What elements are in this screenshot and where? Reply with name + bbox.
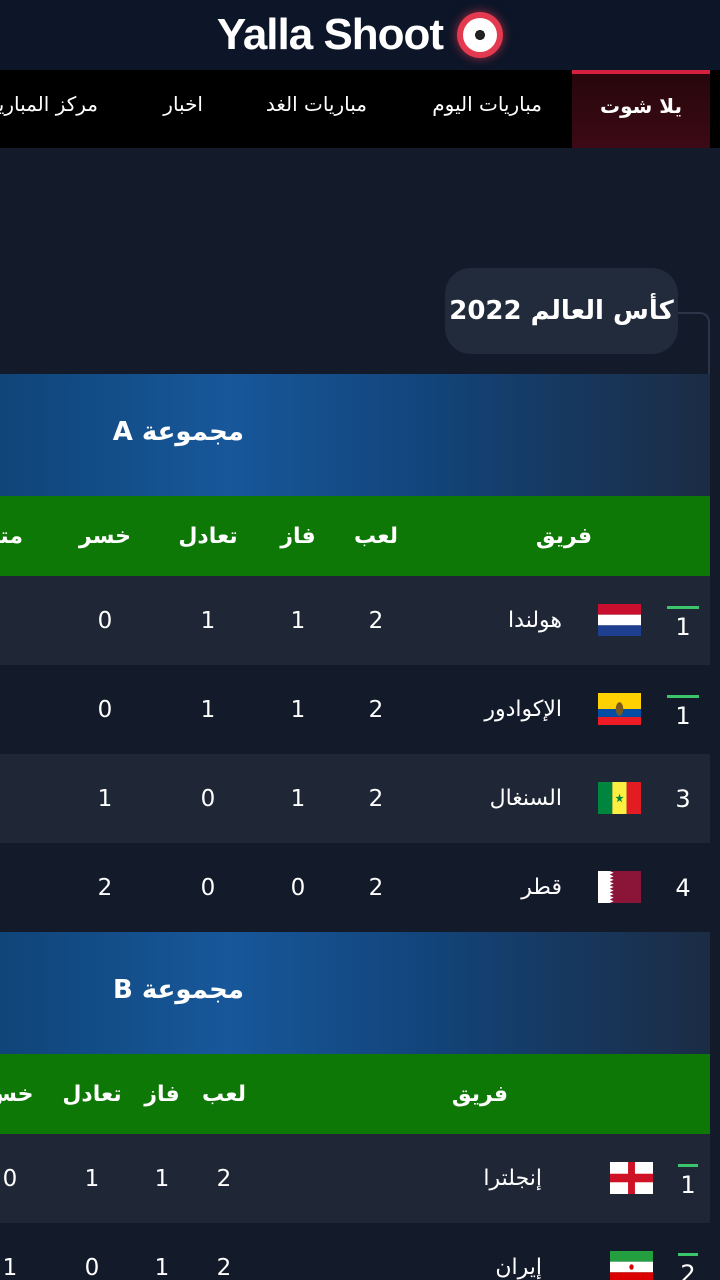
lost-value: 0 [2,1165,18,1192]
senegal-flag-icon [598,782,641,814]
team-name[interactable]: هولندا [508,576,562,665]
won-value: 1 [154,1254,170,1280]
drawn-value: 1 [200,696,216,723]
won-value: 1 [154,1165,170,1192]
team-name[interactable]: إنجلترا [483,1134,542,1223]
col-lost: خس [0,1081,34,1107]
col-drawn: تعادل [62,1081,122,1107]
competition-title[interactable]: كأس العالم 2022 [445,268,678,354]
team-rank: 1 [680,1170,696,1199]
col-played: لعب [202,1081,246,1107]
drawn-value: 0 [200,785,216,812]
nav-tab-news[interactable]: اخبار [163,70,203,148]
table-row[interactable]: 4 قطر 2 0 0 2 [0,843,710,932]
group-title: مجموعة B [113,975,244,1005]
team-rank: 1 [675,612,691,641]
table-header: فريق لعب فاز تعادل خس [0,1054,710,1134]
team-name[interactable]: السنغال [490,754,562,843]
col-played: لعب [354,523,398,549]
table-row[interactable]: 2 إيران 2 1 0 1 [0,1223,710,1280]
team-rank: 4 [675,873,691,902]
drawn-value: 0 [200,874,216,901]
group-b-table: مجموعة B فريق لعب فاز تعادل خس 1 إنجلترا… [0,932,710,1280]
won-value: 0 [290,874,306,901]
played-value: 2 [216,1254,232,1280]
nav-tab-home[interactable]: يلا شوت [572,70,710,148]
lost-value: 1 [97,785,113,812]
table-header: فريق لعب فاز تعادل خسر متب [0,496,710,576]
won-value: 1 [290,785,306,812]
col-team: فريق [451,1081,509,1107]
lost-value: 2 [97,874,113,901]
table-row[interactable]: 1 هولندا 2 1 1 0 [0,576,710,665]
table-row[interactable]: 3 السنغال 2 1 0 1 [0,754,710,843]
won-value: 1 [290,696,306,723]
lost-value: 0 [97,696,113,723]
team-name[interactable]: الإكوادور [484,665,562,754]
col-won: فاز [144,1081,180,1107]
played-value: 2 [368,696,384,723]
drawn-value: 1 [84,1165,100,1192]
site-title[interactable]: Yalla Shoot [217,10,444,60]
connector-line [678,312,710,378]
nav-tab-tomorrow-matches[interactable]: مباريات الغد [266,70,367,148]
nav-tab-match-center[interactable]: مركز المباريات [0,70,98,148]
group-title: مجموعة A [112,417,244,447]
netherlands-flag-icon [598,604,641,636]
won-value: 1 [290,607,306,634]
played-value: 2 [216,1165,232,1192]
table-row[interactable]: 1 الإكوادور 2 1 1 0 [0,665,710,754]
team-rank: 1 [675,701,691,730]
team-name[interactable]: إيران [495,1223,542,1280]
col-team: فريق [535,523,593,549]
qatar-flag-icon [598,871,641,903]
played-value: 2 [368,874,384,901]
group-header: مجموعة B [0,932,710,1054]
group-a-table: مجموعة A فريق لعب فاز تعادل خسر متب 1 هو… [0,374,710,933]
england-flag-icon [610,1162,653,1194]
col-won: فاز [280,523,316,549]
group-header: مجموعة A [0,374,710,496]
main-nav: يلا شوت مباريات اليوم مباريات الغد اخبار… [0,70,720,148]
col-drawn: تعادل [178,523,238,549]
col-lost: خسر [79,523,131,549]
team-rank: 2 [680,1259,696,1280]
drawn-value: 0 [84,1254,100,1280]
table-row[interactable]: 1 إنجلترا 2 1 1 0 [0,1134,710,1223]
played-value: 2 [368,785,384,812]
lost-value: 1 [2,1254,18,1280]
soccer-ball-icon [457,12,504,58]
lost-value: 0 [97,607,113,634]
team-name[interactable]: قطر [521,843,562,932]
drawn-value: 1 [200,607,216,634]
team-rank: 3 [675,784,691,813]
ecuador-flag-icon [598,693,641,725]
col-next: متب [0,523,23,549]
nav-tab-today-matches[interactable]: مباريات اليوم [432,70,542,148]
iran-flag-icon [610,1251,653,1280]
app-header: Yalla Shoot [0,0,720,70]
played-value: 2 [368,607,384,634]
